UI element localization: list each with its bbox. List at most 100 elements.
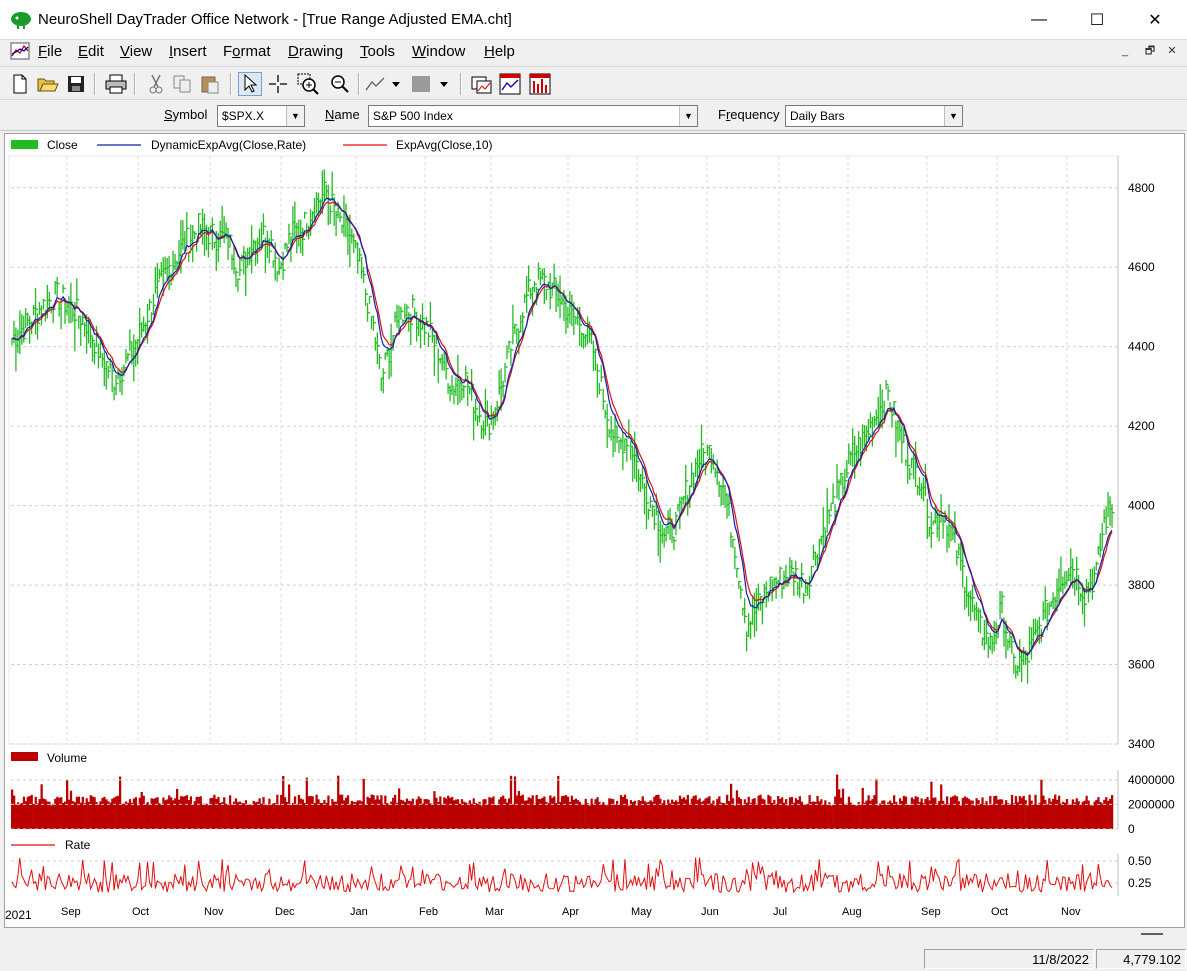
volume-bar	[356, 800, 359, 829]
volume-bar	[845, 803, 849, 829]
volume-bar	[223, 797, 226, 829]
volume-bar	[445, 798, 448, 829]
volume-bar	[14, 804, 18, 829]
volume-bar	[396, 802, 399, 829]
volume-bar	[930, 781, 933, 829]
volume-bar	[885, 805, 888, 829]
close-button[interactable]: ✕	[1132, 0, 1178, 40]
chevron-down-icon[interactable]: ▼	[286, 106, 304, 126]
menu-help[interactable]: Help	[484, 43, 515, 60]
volume-bar	[494, 805, 497, 829]
volume-bar	[961, 798, 964, 829]
x-tick-label: Feb	[419, 906, 438, 918]
volume-bar	[1063, 802, 1067, 829]
chevron-down-icon[interactable]: ▼	[944, 106, 962, 126]
mdi-close-button[interactable]: ✕	[1163, 44, 1181, 60]
volume-bar	[1034, 794, 1037, 829]
volume-bar	[1079, 804, 1082, 829]
zoom-in-button[interactable]	[296, 72, 320, 96]
line-tool-dropdown[interactable]	[364, 72, 404, 96]
volume-bar	[747, 796, 750, 829]
volume-bar	[462, 801, 466, 829]
print-button[interactable]	[104, 72, 128, 96]
volume-bar	[594, 799, 597, 829]
menu-file[interactable]: File	[38, 43, 62, 60]
volume-bar	[847, 796, 851, 829]
menu-tools[interactable]: Tools	[360, 43, 395, 60]
menu-drawing[interactable]: Drawing	[288, 43, 343, 60]
volume-bar	[85, 798, 88, 829]
chart-canvas[interactable]: Close DynamicExpAvg(Close,Rate) ExpAvg(C…	[5, 134, 1184, 927]
volume-bar	[1067, 803, 1071, 829]
open-icon	[37, 78, 59, 92]
maximize-button[interactable]: ☐	[1074, 0, 1120, 40]
mdi-minimize-button[interactable]: _	[1116, 44, 1134, 60]
menu-format[interactable]: Format	[223, 43, 271, 60]
volume-bar	[940, 784, 943, 829]
menu-window[interactable]: Window	[412, 43, 465, 60]
volume-bar	[42, 798, 45, 829]
volume-bar	[1061, 801, 1065, 829]
frequency-combo[interactable]: Daily Bars ▼	[785, 105, 963, 127]
paste-button[interactable]	[198, 72, 222, 96]
crosshair-button[interactable]	[266, 72, 290, 96]
minimize-button[interactable]: —	[1016, 0, 1062, 40]
grid-button[interactable]	[528, 72, 552, 96]
volume-bar	[417, 796, 420, 829]
volume-bar	[1085, 795, 1088, 829]
volume-bar	[879, 803, 882, 829]
volume-bar	[802, 804, 805, 829]
volume-bar	[841, 788, 845, 829]
volume-bar	[148, 804, 151, 829]
volume-bar	[673, 801, 676, 829]
volume-bar	[384, 795, 387, 829]
save-button[interactable]	[64, 72, 88, 96]
volume-bar	[814, 802, 817, 829]
symbol-combo[interactable]: $SPX.X ▼	[217, 105, 305, 127]
scroll-indicator[interactable]	[1141, 933, 1163, 935]
volume-bar	[769, 796, 772, 829]
volume-bar	[252, 800, 255, 829]
volume-bar	[537, 798, 540, 829]
fill-tool-dropdown[interactable]	[410, 72, 454, 96]
menu-edit[interactable]: Edit	[78, 43, 104, 60]
volume-bar	[50, 805, 53, 829]
new-button[interactable]	[8, 72, 32, 96]
volume-bar	[509, 775, 513, 829]
copy-button[interactable]	[170, 72, 194, 96]
name-combo[interactable]: S&P 500 Index ▼	[368, 105, 698, 127]
chart-document-icon	[10, 42, 30, 60]
frequency-label: Frequency	[718, 107, 780, 122]
pointer-button[interactable]	[238, 72, 262, 96]
cut-button[interactable]	[144, 72, 168, 96]
menu-insert[interactable]: Insert	[169, 43, 207, 60]
volume-bar	[71, 801, 75, 829]
volume-bar	[643, 800, 646, 829]
volume-bar	[91, 796, 94, 829]
volume-bar	[313, 803, 316, 829]
open-button[interactable]	[36, 72, 60, 96]
volume-bar	[1052, 798, 1055, 829]
mdi-restore-button[interactable]: 🗗	[1141, 44, 1159, 60]
volume-bar	[863, 802, 866, 829]
chart-window-button[interactable]	[470, 72, 494, 96]
volume-bar	[1046, 804, 1049, 829]
volume-bar	[753, 798, 756, 829]
legend-volume-label: Volume	[47, 751, 87, 765]
volume-bar	[506, 802, 509, 829]
volume-bar	[158, 803, 161, 829]
volume-bar	[659, 798, 662, 829]
menu-view[interactable]: View	[120, 43, 152, 60]
indicator-button[interactable]	[498, 72, 522, 96]
price-grid	[11, 156, 1118, 745]
volume-bar	[280, 794, 283, 829]
chart-area[interactable]: Close DynamicExpAvg(Close,Rate) ExpAvg(C…	[4, 133, 1185, 928]
zoom-out-button[interactable]	[328, 72, 352, 96]
volume-bar	[209, 798, 212, 829]
volume-bar	[804, 804, 807, 829]
volume-bar	[873, 795, 876, 829]
chevron-down-icon[interactable]: ▼	[679, 106, 697, 126]
volume-bar	[124, 801, 128, 829]
volume-bar	[714, 805, 717, 829]
price-tick-label: 4400	[1128, 340, 1155, 354]
